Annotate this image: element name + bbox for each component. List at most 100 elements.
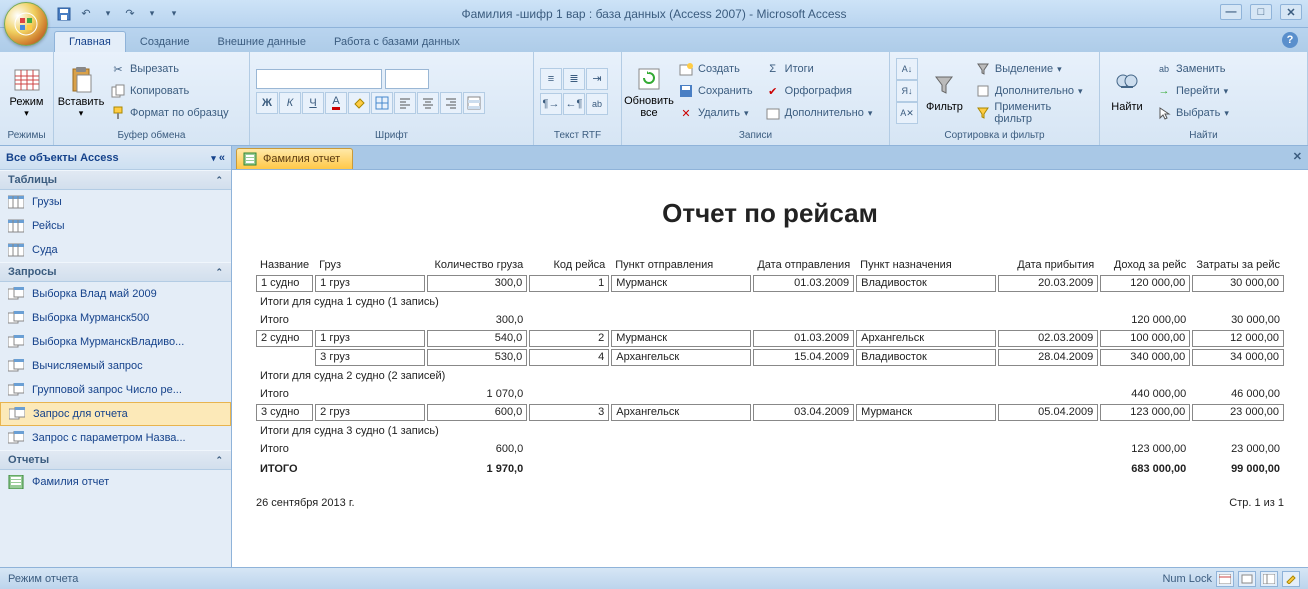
spelling-button[interactable]: ✔Орфография — [761, 80, 877, 102]
report-cell: 600,0 — [427, 404, 527, 421]
highlight-button[interactable]: ab — [586, 93, 608, 115]
gridlines-button[interactable] — [371, 92, 393, 114]
column-header: Доход за рейс — [1100, 257, 1190, 273]
toggle-filter-button[interactable]: Применить фильтр — [971, 102, 1093, 124]
tab-database-tools[interactable]: Работа с базами данных — [320, 32, 474, 52]
goto-button[interactable]: →Перейти▾ — [1152, 80, 1233, 102]
ltr-button[interactable]: ¶→ — [540, 93, 562, 115]
report-cell: Мурманск — [611, 275, 751, 292]
nav-item[interactable]: Запрос с параметром Назва... — [0, 426, 231, 450]
undo-dropdown-icon[interactable]: ▾ — [98, 4, 118, 24]
fill-color-button[interactable] — [348, 92, 370, 114]
close-tab-button[interactable]: ✕ — [1293, 150, 1302, 163]
document-tab[interactable]: Фамилия отчет — [236, 148, 353, 169]
status-mode-label: Режим отчета — [8, 573, 78, 585]
more-records-button[interactable]: Дополнительно▾ — [761, 102, 877, 124]
font-size-combo[interactable] — [385, 69, 429, 89]
nav-category-reports[interactable]: Отчеты⌃ — [0, 450, 231, 470]
numbering-button[interactable]: ≣ — [563, 68, 585, 90]
cut-button[interactable]: ✂Вырезать — [106, 58, 233, 80]
column-header: Дата прибытия — [998, 257, 1098, 273]
close-button[interactable]: ✕ — [1280, 4, 1302, 20]
clear-sort-button[interactable]: А✕ — [896, 102, 918, 124]
group-summary-label: Итоги для судна 1 судно (1 запись) — [256, 294, 1284, 310]
column-header: Количество груза — [427, 257, 527, 273]
tab-create[interactable]: Создание — [126, 32, 204, 52]
replace-button[interactable]: abЗаменить — [1152, 58, 1233, 80]
redo-dropdown-icon[interactable]: ▾ — [142, 4, 162, 24]
indent-button[interactable]: ⇥ — [586, 68, 608, 90]
query-icon — [8, 310, 24, 326]
font-family-combo[interactable] — [256, 69, 382, 89]
nav-item[interactable]: Фамилия отчет — [0, 470, 231, 494]
report-cell: 120 000,00 — [1100, 275, 1190, 292]
italic-button[interactable]: К — [279, 92, 301, 114]
nav-item[interactable]: Выборка Мурманск500 — [0, 306, 231, 330]
maximize-button[interactable]: □ — [1250, 4, 1272, 20]
find-button[interactable]: Найти — [1106, 58, 1148, 124]
view-design-button[interactable] — [1282, 571, 1300, 587]
tab-home[interactable]: Главная — [54, 31, 126, 52]
totals-button[interactable]: ΣИтоги — [761, 58, 877, 80]
nav-item[interactable]: Грузы — [0, 190, 231, 214]
bullets-button[interactable]: ≡ — [540, 68, 562, 90]
new-record-button[interactable]: Создать — [674, 58, 757, 80]
underline-button[interactable]: Ч — [302, 92, 324, 114]
nav-item[interactable]: Групповой запрос Число ре... — [0, 378, 231, 402]
save-record-button[interactable]: Сохранить — [674, 80, 757, 102]
ribbon-tabs: Главная Создание Внешние данные Работа с… — [0, 28, 1308, 52]
rtl-button[interactable]: ←¶ — [563, 93, 585, 115]
selection-filter-button[interactable]: Выделение▾ — [971, 58, 1093, 80]
report-cell: 3 — [529, 404, 609, 421]
select-button[interactable]: Выбрать▾ — [1152, 102, 1233, 124]
view-layout-button[interactable] — [1260, 571, 1278, 587]
refresh-all-button[interactable]: Обновить все — [628, 58, 670, 124]
font-color-button[interactable]: A — [325, 92, 347, 114]
redo-icon[interactable]: ↷ — [120, 4, 140, 24]
nav-item[interactable]: Вычисляемый запрос — [0, 354, 231, 378]
bold-button[interactable]: Ж — [256, 92, 278, 114]
nav-item[interactable]: Рейсы — [0, 214, 231, 238]
query-icon — [8, 382, 24, 398]
view-button[interactable]: Режим▾ — [6, 58, 47, 124]
nav-item[interactable]: Выборка МурманскВладиво... — [0, 330, 231, 354]
nav-pane-header[interactable]: Все объекты Access▾ « — [0, 146, 231, 170]
filter-button[interactable]: Фильтр — [922, 58, 967, 124]
view-print-button[interactable] — [1238, 571, 1256, 587]
report-cell: Архангельск — [611, 404, 751, 421]
alt-fill-button[interactable] — [463, 92, 485, 114]
query-icon — [9, 406, 25, 422]
minimize-button[interactable]: — — [1220, 4, 1242, 20]
nav-item[interactable]: Запрос для отчета — [0, 402, 231, 426]
report-cell: 02.03.2009 — [998, 330, 1098, 347]
paste-button[interactable]: Вставить▾ — [60, 58, 102, 124]
copy-button[interactable]: Копировать — [106, 80, 233, 102]
advanced-filter-button[interactable]: Дополнительно▾ — [971, 80, 1093, 102]
column-header: Пункт отправления — [611, 257, 751, 273]
align-right-button[interactable] — [440, 92, 462, 114]
report-cell: 03.04.2009 — [753, 404, 854, 421]
nav-item[interactable]: Суда — [0, 238, 231, 262]
delete-record-button[interactable]: ✕Удалить▾ — [674, 102, 757, 124]
office-button[interactable] — [4, 2, 48, 46]
report-cell: Архангельск — [611, 349, 751, 366]
view-report-button[interactable] — [1216, 571, 1234, 587]
report-cell: 01.03.2009 — [753, 330, 854, 347]
align-left-button[interactable] — [394, 92, 416, 114]
tab-external-data[interactable]: Внешние данные — [204, 32, 320, 52]
save-icon[interactable] — [54, 4, 74, 24]
format-painter-button[interactable]: Формат по образцу — [106, 102, 233, 124]
sort-asc-button[interactable]: А↓ — [896, 58, 918, 80]
report-cell: 12 000,00 — [1192, 330, 1284, 347]
report-cell: Мурманск — [611, 330, 751, 347]
report-cell: Архангельск — [856, 330, 996, 347]
align-center-button[interactable] — [417, 92, 439, 114]
nav-category-queries[interactable]: Запросы⌃ — [0, 262, 231, 282]
qat-customize-icon[interactable]: ▾ — [164, 4, 184, 24]
nav-item[interactable]: Выборка Влад май 2009 — [0, 282, 231, 306]
help-icon[interactable]: ? — [1282, 32, 1298, 48]
nav-category-tables[interactable]: Таблицы⌃ — [0, 170, 231, 190]
report-viewport[interactable]: Отчет по рейсам НазваниеГрузКоличество г… — [232, 170, 1308, 567]
sort-desc-button[interactable]: Я↓ — [896, 80, 918, 102]
undo-icon[interactable]: ↶ — [76, 4, 96, 24]
